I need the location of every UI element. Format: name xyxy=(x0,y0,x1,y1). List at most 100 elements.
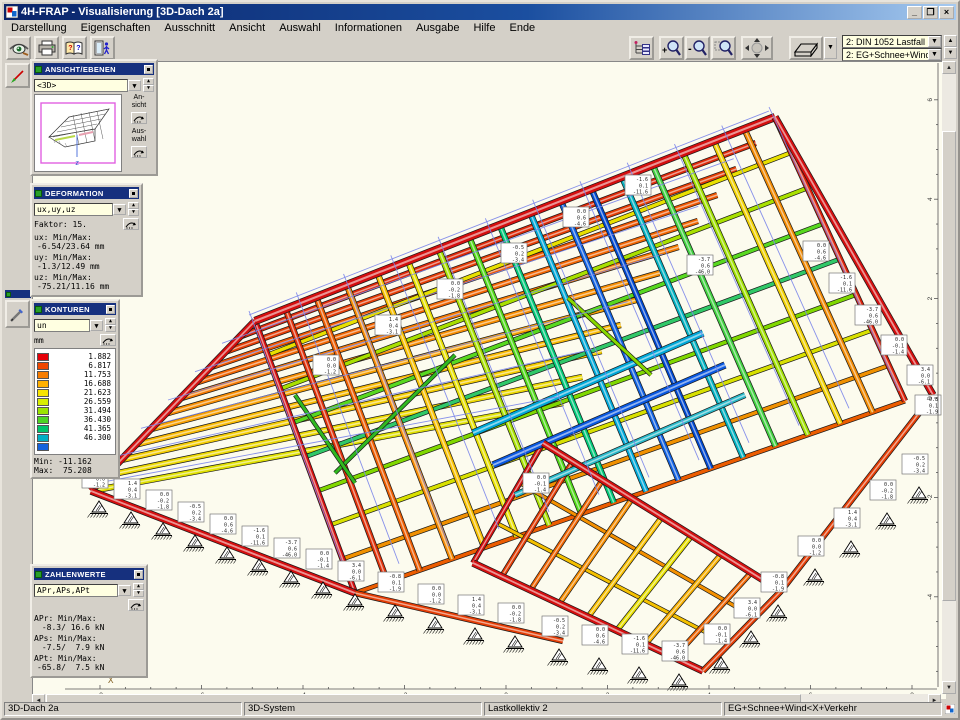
svg-text:-3.1: -3.1 xyxy=(469,610,481,616)
exit-button[interactable] xyxy=(90,36,115,60)
zoom-window-button[interactable] xyxy=(711,36,736,60)
menu-item-darstellung[interactable]: Darstellung xyxy=(4,21,74,35)
svg-text:-4: -4 xyxy=(927,594,934,600)
svg-text:-1.8: -1.8 xyxy=(157,505,169,511)
panel-icon xyxy=(6,292,11,297)
zoom-in-button[interactable]: + xyxy=(659,36,684,60)
loadcase-dropdown[interactable]: 2: DIN 1052 Lastfall HZ (Th. 1. O ▼ xyxy=(842,35,942,48)
zahlenwerte-apply-button[interactable] xyxy=(128,599,144,611)
menu-item-ansicht[interactable]: Ansicht xyxy=(222,21,272,35)
model-viewport[interactable]: 0.00.0-1.21.40.4-3.10.0-0.2-1.8-0.50.2-3… xyxy=(32,61,945,698)
deformation-spinner-up[interactable]: ▲ xyxy=(128,202,139,209)
panel-menu-button[interactable] xyxy=(144,65,153,74)
view-spinner-up[interactable]: ▲ xyxy=(143,78,154,85)
deformation-apply-button[interactable] xyxy=(123,218,139,230)
pan-control[interactable] xyxy=(741,36,773,60)
svg-text:0.6: 0.6 xyxy=(288,546,297,552)
menu-item-eigenschaften[interactable]: Eigenschaften xyxy=(74,21,158,35)
svg-text:0.0: 0.0 xyxy=(352,569,361,575)
print-button[interactable] xyxy=(34,36,59,60)
menu-item-ausgabe[interactable]: Ausgabe xyxy=(409,21,466,35)
apt-minmax-label: APt: Min/Max: xyxy=(34,654,144,663)
svg-text:0.1: 0.1 xyxy=(639,183,648,189)
panel-icon xyxy=(35,66,42,73)
panel-menu-button[interactable] xyxy=(106,305,115,314)
konturen-spinner-down[interactable]: ▼ xyxy=(105,325,116,332)
menu-item-ausschnitt[interactable]: Ausschnitt xyxy=(157,21,222,35)
dropdown-arrow-icon[interactable]: ▼ xyxy=(90,320,103,331)
vertical-scroll-thumb[interactable] xyxy=(942,131,956,601)
konturen-apply-button[interactable] xyxy=(100,334,116,346)
vertical-scrollbar[interactable]: ▲ ▼ xyxy=(942,61,956,694)
menu-item-informationen[interactable]: Informationen xyxy=(328,21,409,35)
svg-text:-1.6: -1.6 xyxy=(633,636,645,642)
thumbnail-sketch-icon: z xyxy=(35,95,121,171)
deformation-panel-titlebar[interactable]: DEFORMATION xyxy=(34,187,139,199)
svg-text:0.6: 0.6 xyxy=(676,649,685,655)
scale-swatch xyxy=(37,362,49,370)
eye-icon xyxy=(9,40,29,56)
panel-title: ZAHLENWERTE xyxy=(45,570,134,579)
konturen-spinner-up[interactable]: ▲ xyxy=(105,318,116,325)
dropdown-arrow-icon[interactable]: ▼ xyxy=(928,36,941,47)
menu-item-auswahl[interactable]: Auswahl xyxy=(272,21,328,35)
svg-text:-0.8: -0.8 xyxy=(389,574,401,580)
svg-text:-11.6: -11.6 xyxy=(837,288,852,294)
menu-item-hilfe[interactable]: Hilfe xyxy=(466,21,502,35)
svg-text:-46.0: -46.0 xyxy=(670,656,685,662)
konturen-panel-titlebar[interactable]: KONTUREN xyxy=(34,303,116,315)
scroll-down-button[interactable]: ▼ xyxy=(942,681,956,694)
dropdown-arrow-icon[interactable]: ▼ xyxy=(928,49,941,60)
dropdown-arrow-icon[interactable]: ▼ xyxy=(118,585,131,596)
redraw-tool-button[interactable] xyxy=(5,63,30,88)
panel-menu-button[interactable] xyxy=(134,570,143,579)
view-spinner-down[interactable]: ▼ xyxy=(143,85,154,92)
view-3d-button[interactable] xyxy=(789,36,823,60)
minimize-button[interactable]: _ xyxy=(907,6,922,19)
scale-row: 46.300 xyxy=(37,433,113,442)
menu-bar: DarstellungEigenschaftenAusschnittAnsich… xyxy=(4,20,956,35)
menu-item-ende[interactable]: Ende xyxy=(502,21,542,35)
view-settings-button[interactable] xyxy=(6,36,31,60)
svg-text:1.4: 1.4 xyxy=(472,597,481,603)
svg-text:-1.2: -1.2 xyxy=(429,599,441,605)
auswahl-apply-button[interactable] xyxy=(131,146,147,158)
title-bar[interactable]: 4H-FRAP - Visualisierung [3D-Dach 2a] _ … xyxy=(4,4,956,20)
zahlenwerte-dropdown[interactable]: APr,APs,APt xyxy=(34,584,118,597)
zoom-out-button[interactable]: - xyxy=(685,36,710,60)
help-book-button[interactable]: ? ? xyxy=(62,36,87,60)
view-selector-dropdown[interactable]: <3D> xyxy=(34,79,128,92)
collapsed-panel-titlebar[interactable] xyxy=(5,290,31,298)
close-button[interactable]: × xyxy=(939,6,954,19)
loadcase-spinner-down[interactable]: ▼ xyxy=(944,47,957,59)
view-3d-dropdown-arrow[interactable]: ▼ xyxy=(824,37,837,59)
uy-minmax-label: uy: Min/Max: xyxy=(34,253,139,262)
ansicht-apply-button[interactable] xyxy=(131,112,147,124)
svg-text:1.4: 1.4 xyxy=(848,510,857,516)
svg-text:4: 4 xyxy=(927,197,934,201)
maximize-button[interactable]: ❐ xyxy=(923,6,938,19)
deformation-panel: DEFORMATION ux,uy,uz ▼ ▲▼ Faktor: 15. ux… xyxy=(30,183,143,297)
svg-text:0.4: 0.4 xyxy=(848,516,857,522)
zahlenwerte-spinner-up[interactable]: ▲ xyxy=(133,583,144,590)
svg-text:-1.2: -1.2 xyxy=(324,370,336,376)
scale-value: 11.753 xyxy=(53,370,113,379)
svg-text:-0.5: -0.5 xyxy=(913,456,925,462)
view-thumbnail[interactable]: z xyxy=(34,94,122,172)
scroll-up-button[interactable]: ▲ xyxy=(942,61,956,74)
konturen-dropdown[interactable]: un xyxy=(34,319,90,332)
edit-tool-button[interactable] xyxy=(5,300,30,328)
panel-menu-button[interactable] xyxy=(129,189,138,198)
svg-text:-3.4: -3.4 xyxy=(189,517,201,523)
dropdown-arrow-icon[interactable]: ▼ xyxy=(113,204,126,215)
ansicht-panel-titlebar[interactable]: ANSICHT/EBENEN xyxy=(34,63,154,75)
deformation-spinner-down[interactable]: ▼ xyxy=(128,209,139,216)
loadcombination-dropdown[interactable]: 2: EG+Schnee+Wind<X+Ver ▼ xyxy=(842,48,942,61)
zahlenwerte-panel-titlebar[interactable]: ZAHLENWERTE xyxy=(34,568,144,580)
display-options-button[interactable] xyxy=(629,36,654,60)
zahlenwerte-spinner-down[interactable]: ▼ xyxy=(133,590,144,597)
loadcase-spinner-up[interactable]: ▲ xyxy=(944,35,957,47)
svg-text:-3.7: -3.7 xyxy=(285,540,297,546)
dropdown-arrow-icon[interactable]: ▼ xyxy=(128,80,141,91)
deformation-dropdown[interactable]: ux,uy,uz xyxy=(34,203,113,216)
